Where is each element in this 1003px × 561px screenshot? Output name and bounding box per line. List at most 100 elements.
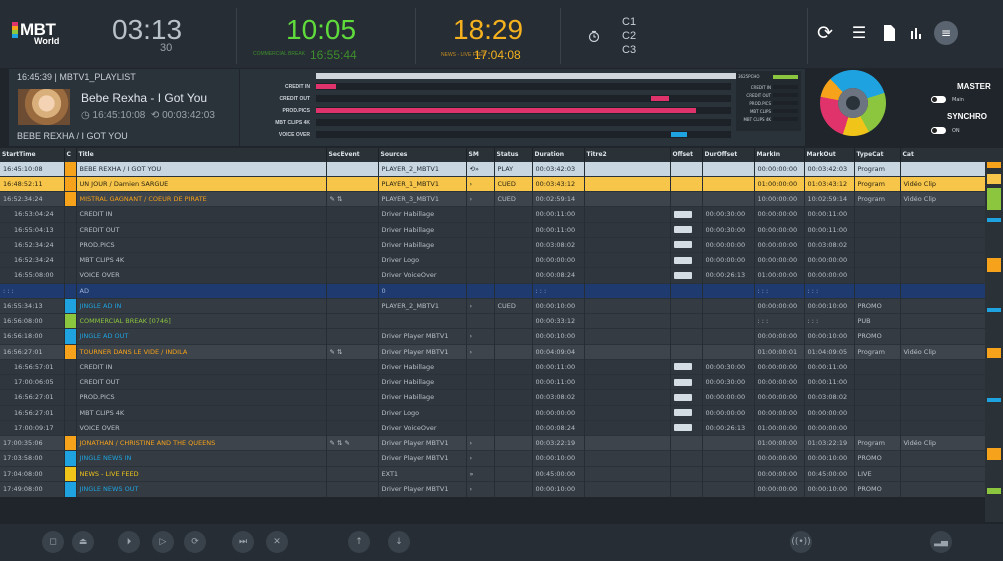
cancel-button[interactable]: ✕ — [266, 531, 288, 553]
table-row[interactable]: 16:53:04:24 CREDIT IN Driver Habillage 00:0… — [0, 206, 986, 222]
mini-track — [773, 109, 798, 113]
mark-out-cell: 00:00:00:00 — [804, 267, 855, 283]
divider — [807, 8, 808, 64]
menu-icon[interactable]: ≡ — [934, 21, 958, 45]
column-header[interactable]: Status — [494, 148, 533, 161]
mini-label: PROD.PICS — [749, 101, 771, 106]
mark-in-cell: 01:00:00:00 — [754, 175, 805, 192]
cat-cell: Vidéo Clip — [900, 190, 986, 207]
source-cell: Driver VoiceOver — [378, 419, 467, 436]
broadcast-icon[interactable]: ((•)) — [790, 531, 812, 553]
main-toggle[interactable] — [931, 96, 946, 103]
sec-event-cell — [326, 160, 379, 177]
column-header[interactable]: Offset — [670, 148, 703, 161]
duration-cell: 00:00:08:24 — [532, 419, 585, 436]
table-row[interactable]: : : : AD 0: : :: : :: : : — [0, 282, 986, 299]
column-header[interactable]: DurOffset — [702, 148, 755, 161]
status-cell — [494, 343, 533, 360]
sm-cell: › — [466, 434, 495, 451]
move-down-button[interactable]: ↓ — [388, 531, 410, 553]
dur-offset-cell: 00:00:30:00 — [702, 373, 755, 390]
type-cat-cell: PROMO — [854, 328, 901, 344]
start-time-cell: 17:00:09:17 — [0, 419, 65, 436]
table-row[interactable]: 16:56:08:00 COMMERCIAL BREAK [0746] 00:00:… — [0, 312, 986, 329]
channel-c2[interactable]: C2 — [622, 30, 636, 42]
titre2-cell — [584, 328, 671, 344]
channel-c3[interactable]: C3 — [622, 44, 636, 56]
titre2-cell — [584, 190, 671, 207]
stop-button[interactable]: ◻ — [42, 531, 64, 553]
play-button[interactable]: ▷ — [152, 531, 174, 553]
table-row[interactable]: 17:03:58:00 JINGLE NEWS IN Driver Player M… — [0, 450, 986, 466]
table-row[interactable]: 16:52:34:24 PROD.PICS Driver Habillage 00:0… — [0, 236, 986, 253]
table-row[interactable]: 17:00:09:17 VOICE OVER Driver VoiceOver 00:… — [0, 419, 986, 436]
mark-in-cell: : : : — [754, 312, 805, 329]
table-row[interactable]: 16:52:34:24 MISTRAL GAGNANT / COEUR DE PI… — [0, 190, 986, 207]
titre2-cell — [584, 206, 671, 222]
offset-cell — [670, 160, 703, 177]
table-row[interactable]: 16:55:34:13 JINGLE AD IN PLAYER_2_MBTV1 › CU… — [0, 297, 986, 314]
table-row[interactable]: 16:56:27:01 TOURNER DANS LE VIDE / INDILA… — [0, 343, 986, 360]
table-row[interactable]: 16:55:04:13 CREDIT OUT Driver Habillage 00:… — [0, 221, 986, 238]
color-cell — [64, 389, 77, 405]
graphics-badge-icon — [673, 256, 692, 264]
column-header[interactable]: MarkIn — [754, 148, 805, 161]
eject-button[interactable]: ⏏ — [72, 531, 94, 553]
title-cell: CREDIT OUT — [76, 221, 327, 238]
list-icon[interactable]: ☰ — [848, 22, 870, 44]
refresh-icon[interactable]: ⟳ — [814, 22, 836, 44]
move-up-button[interactable]: ↑ — [348, 531, 370, 553]
offset-cell — [670, 236, 703, 253]
stats-button[interactable]: ▂▄ — [930, 531, 952, 553]
status-cell — [494, 419, 533, 436]
channel-c1[interactable]: C1 — [622, 16, 636, 28]
table-row[interactable]: 16:56:18:00 JINGLE AD OUT Driver Player MB… — [0, 328, 986, 344]
titre2-cell — [584, 450, 671, 466]
scrollbar[interactable] — [985, 148, 1003, 522]
column-header[interactable]: MarkOut — [804, 148, 855, 161]
column-header[interactable]: C — [64, 148, 77, 161]
column-header[interactable]: StartTime — [0, 148, 65, 161]
sec-event-cell — [326, 450, 379, 466]
synchro-toggle[interactable] — [931, 127, 946, 134]
table-row[interactable]: 16:48:52:11 UN JOUR / Damien SARGUE PLAYER… — [0, 175, 986, 192]
table-row[interactable]: 16:55:08:00 VOICE OVER Driver VoiceOver 00:… — [0, 267, 986, 283]
table-row[interactable]: 16:56:27:01 MBT CLIPS 4K Driver Logo 00:00:… — [0, 404, 986, 421]
sec-event-cell — [326, 419, 379, 436]
sm-cell: › — [466, 450, 495, 466]
table-row[interactable]: 17:49:08:00 JINGLE NEWS OUT Driver Player … — [0, 480, 986, 497]
table-row[interactable]: 17:00:06:05 CREDIT OUT Driver Habillage 00:… — [0, 373, 986, 390]
column-header[interactable]: Sources — [378, 148, 467, 161]
divider — [415, 8, 416, 64]
table-row[interactable]: 16:52:34:24 MBT CLIPS 4K Driver Logo 00:00:… — [0, 251, 986, 268]
column-header[interactable]: SM — [466, 148, 495, 161]
column-header[interactable]: Duration — [532, 148, 585, 161]
table-row[interactable]: 17:04:08:00 NEWS - LIVE FEED EXT1» 00:45:00… — [0, 465, 986, 482]
cat-cell — [900, 312, 986, 329]
column-header[interactable]: Titre2 — [584, 148, 671, 161]
status-cell — [494, 373, 533, 390]
play-next-button[interactable]: ⏵ — [118, 531, 140, 553]
table-row[interactable]: 16:56:57:01 CREDIT IN Driver Habillage 00:0… — [0, 358, 986, 375]
sec-event-cell: ✎ ⇅ — [326, 190, 379, 207]
column-header[interactable]: Cat — [900, 148, 986, 161]
duration-cell: 00:00:11:00 — [532, 358, 585, 375]
table-row[interactable]: 17:00:35:06 JONATHAN / CHRISTINE AND THE … — [0, 434, 986, 451]
column-header[interactable]: SecEvent — [326, 148, 379, 161]
document-icon[interactable] — [878, 22, 900, 44]
column-header[interactable]: TypeCat — [854, 148, 901, 161]
stats-icon[interactable] — [906, 22, 928, 44]
table-row[interactable]: 16:56:27:01 PROD.PICS Driver Habillage 00:0… — [0, 389, 986, 405]
sec-event-cell — [326, 389, 379, 405]
status-cell — [494, 267, 533, 283]
titre2-cell — [584, 419, 671, 436]
sec-event-cell: ✎ ⇅ ✎ — [326, 434, 379, 451]
loop-button[interactable]: ⟳ — [184, 531, 206, 553]
column-header[interactable]: Title — [76, 148, 327, 161]
start-time-cell: 16:52:34:24 — [0, 190, 65, 207]
table-row[interactable]: 16:45:10:08 BEBE REXHA / I GOT YOU PLAYER_… — [0, 160, 986, 177]
start-time-cell: 16:55:34:13 — [0, 297, 65, 314]
skip-button[interactable]: ⏭ — [232, 531, 254, 553]
mark-out-cell: 00:00:10:00 — [804, 450, 855, 466]
cat-cell — [900, 221, 986, 238]
